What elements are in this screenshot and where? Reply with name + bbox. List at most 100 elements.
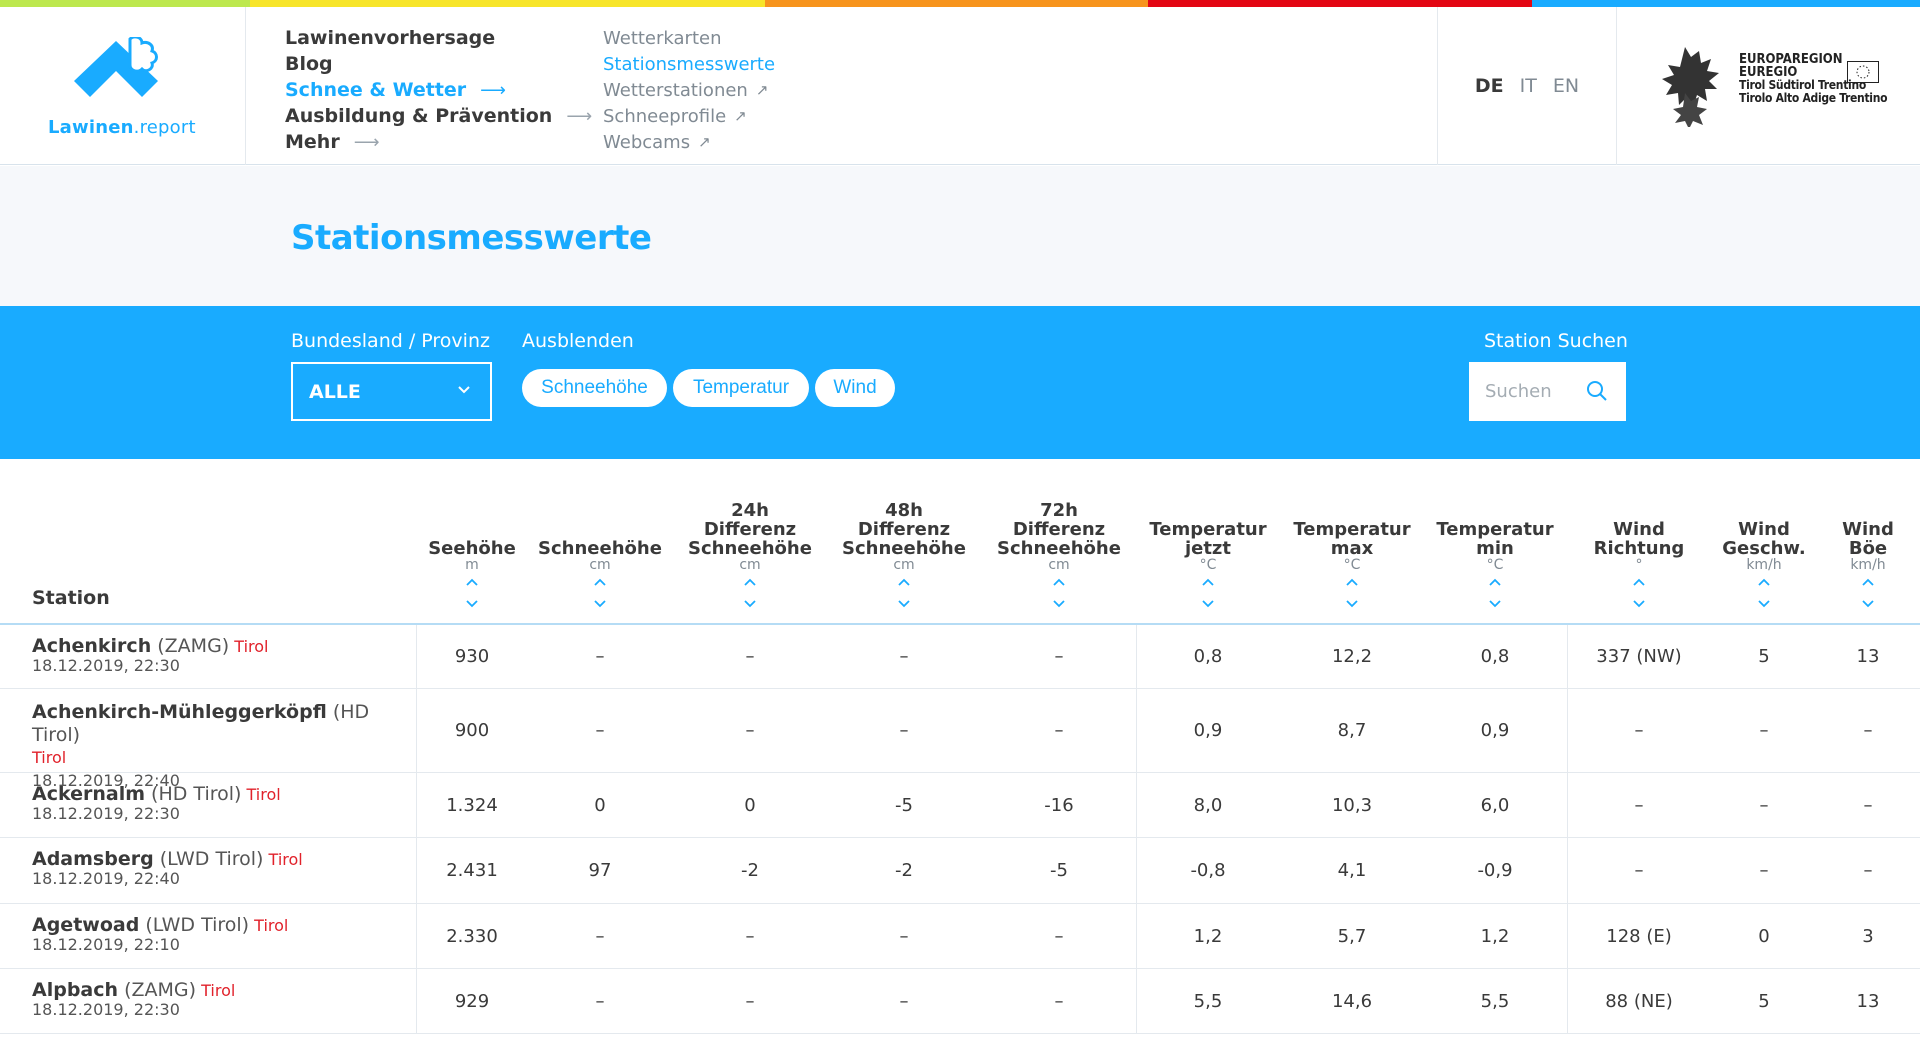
nav-item-mehr[interactable]: Mehr ⟶ [285, 129, 592, 155]
column-header[interactable]: Seehöhe m [417, 459, 527, 625]
subnav-item-wetterstationen[interactable]: Wetterstationen ↗ [603, 77, 775, 103]
column-unit: °C [1486, 557, 1504, 573]
sort-arrows-icon[interactable] [1487, 577, 1503, 609]
table-row[interactable]: Agetwoad (LWD Tirol) Tirol 18.12.2019, 22… [0, 904, 1920, 969]
table-cell: – [899, 646, 909, 667]
column-header-label-line: 72h [1040, 500, 1078, 521]
station-cell[interactable]: Achenkirch (ZAMG) Tirol 18.12.2019, 22:30 [32, 635, 402, 674]
table-cell: 5 [1758, 990, 1770, 1012]
table-cell: – [899, 925, 909, 947]
station-region: Tirol [32, 748, 67, 767]
station-name[interactable]: Achenkirch [32, 635, 151, 657]
sort-arrows-icon[interactable] [1051, 577, 1067, 609]
region-select[interactable]: ALLE [291, 362, 492, 421]
column-header[interactable]: Wind Böe km/h [1828, 459, 1908, 625]
station-name[interactable]: Achenkirch-Mühleggerköpfl [32, 701, 327, 723]
table-cell: 5,5 [1193, 990, 1223, 1012]
sort-arrows-icon[interactable] [742, 577, 758, 609]
main-navigation: Lawinenvorhersage Blog Schnee & Wetter ⟶ … [285, 25, 592, 155]
subnav-item-stationsmesswerte[interactable]: Stationsmesswerte [603, 51, 775, 77]
column-header-station[interactable]: Station [32, 587, 110, 609]
table-cell: – [745, 720, 755, 741]
table-cell: – [595, 925, 605, 947]
table-cell: – [899, 720, 909, 741]
column-divider [1136, 689, 1137, 772]
stripe-orange [765, 0, 1148, 7]
column-header[interactable]: Temperatur min °C [1430, 459, 1560, 625]
sort-arrows-icon[interactable] [1631, 577, 1647, 609]
column-header-label-line: Temperatur [1149, 519, 1267, 540]
station-cell[interactable]: Alpbach (ZAMG) Tirol 18.12.2019, 22:30 [32, 979, 402, 1018]
table-cell: – [1634, 794, 1644, 816]
table-cell: – [1054, 925, 1064, 947]
hide-temperatur-button[interactable]: Temperatur [673, 369, 809, 407]
sort-arrows-icon[interactable] [1344, 577, 1360, 609]
subnav-item-schneeprofile[interactable]: Schneeprofile ↗ [603, 103, 775, 129]
subnav-item-wetterkarten[interactable]: Wetterkarten [603, 25, 775, 51]
euregio-logo-link[interactable]: EUROPAREGION EUREGIO Tirol Südtirol Tren… [1655, 43, 1888, 131]
column-header[interactable]: Schneehöhe cm [530, 459, 670, 625]
hide-schneehoehe-button[interactable]: Schneehöhe [522, 369, 667, 407]
station-region: Tirol [249, 916, 289, 935]
column-header-label: Schneehöhe [530, 539, 670, 558]
table-cell: – [1634, 720, 1644, 741]
column-header-label-line: jetzt [1184, 538, 1232, 559]
station-name[interactable]: Ackernalm [32, 783, 145, 805]
table-row[interactable]: Adamsberg (LWD Tirol) Tirol 18.12.2019, 2… [0, 838, 1920, 904]
lang-en[interactable]: EN [1553, 75, 1579, 97]
station-name[interactable]: Agetwoad [32, 914, 139, 936]
column-header[interactable]: Temperatur max °C [1287, 459, 1417, 625]
nav-item-ausbildung-praevention[interactable]: Ausbildung & Prävention ⟶ [285, 103, 592, 129]
table-cell: – [1634, 860, 1644, 881]
table-cell: 0,9 [1193, 720, 1223, 741]
search-icon[interactable] [1586, 380, 1608, 402]
stripe-yellow [250, 0, 765, 7]
region-select-value: ALLE [309, 380, 361, 403]
table-row[interactable]: Alpbach (ZAMG) Tirol 18.12.2019, 22:30 929… [0, 969, 1920, 1034]
table-cell: 97 [588, 860, 612, 881]
nav-item-blog[interactable]: Blog [285, 51, 592, 77]
subnav-item-webcams[interactable]: Webcams ↗ [603, 129, 775, 155]
hide-wind-button[interactable]: Wind [815, 369, 895, 407]
station-cell[interactable]: Agetwoad (LWD Tirol) Tirol 18.12.2019, 22… [32, 914, 402, 953]
table-cell: 930 [454, 646, 490, 667]
station-name[interactable]: Adamsberg [32, 848, 154, 870]
column-header[interactable]: Temperatur jetzt °C [1143, 459, 1273, 625]
station-cell[interactable]: Adamsberg (LWD Tirol) Tirol 18.12.2019, 2… [32, 848, 402, 887]
station-search-input[interactable]: Suchen [1469, 362, 1626, 421]
sort-arrows-icon[interactable] [896, 577, 912, 609]
sort-arrows-icon[interactable] [592, 577, 608, 609]
column-header[interactable]: 48h Differenz Schneehöhe cm [834, 459, 974, 625]
column-header-label-line: Seehöhe [428, 538, 516, 559]
table-row[interactable]: Achenkirch-Mühleggerköpfl (HD Tirol) Tiro… [0, 689, 1920, 789]
table-cell: 6,0 [1480, 794, 1510, 816]
column-header[interactable]: Wind Geschw. km/h [1709, 459, 1819, 625]
external-link-icon: ↗ [755, 81, 769, 99]
column-header-label-line: Geschw. [1722, 538, 1806, 559]
nav-item-schnee-wetter[interactable]: Schnee & Wetter ⟶ [285, 77, 592, 103]
column-unit: cm [589, 557, 611, 573]
table-row[interactable]: Achenkirch (ZAMG) Tirol 18.12.2019, 22:30… [0, 625, 1920, 689]
home-logo-link[interactable]: Lawinen.report [0, 7, 246, 165]
column-header[interactable]: 72h Differenz Schneehöhe cm [989, 459, 1129, 625]
station-cell[interactable]: Ackernalm (HD Tirol) Tirol 18.12.2019, 22… [32, 783, 402, 822]
sort-arrows-icon[interactable] [1860, 577, 1876, 609]
table-cell: 1,2 [1480, 925, 1510, 947]
sort-arrows-icon[interactable] [1200, 577, 1216, 609]
table-cell: – [1759, 860, 1769, 881]
table-cell: – [1863, 720, 1873, 741]
language-switcher: DE IT EN [1437, 7, 1617, 165]
lang-it[interactable]: IT [1520, 75, 1537, 97]
table-cell: – [899, 990, 909, 1012]
table-row[interactable]: Ackernalm (HD Tirol) Tirol 18.12.2019, 22… [0, 773, 1920, 838]
column-header[interactable]: 24h Differenz Schneehöhe cm [680, 459, 820, 625]
table-cell: -5 [1050, 860, 1068, 881]
column-header[interactable]: Wind Richtung ° [1574, 459, 1704, 625]
sort-arrows-icon[interactable] [1756, 577, 1772, 609]
sort-arrows-icon[interactable] [464, 577, 480, 609]
table-cell: 3 [1862, 925, 1874, 947]
station-name[interactable]: Alpbach [32, 979, 118, 1001]
column-header-label-line: Temperatur [1293, 519, 1411, 540]
nav-item-lawinenvorhersage[interactable]: Lawinenvorhersage [285, 25, 592, 51]
lang-de[interactable]: DE [1475, 75, 1504, 97]
